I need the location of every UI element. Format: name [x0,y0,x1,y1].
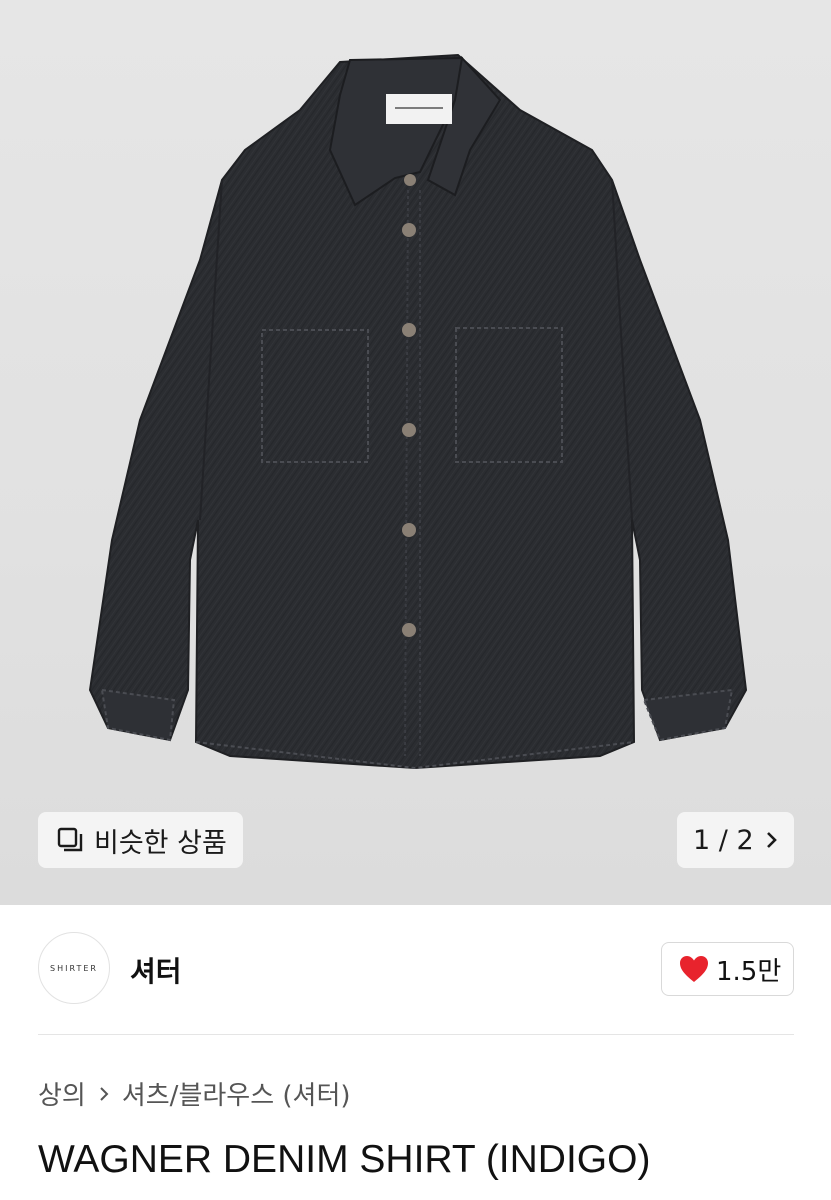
similar-products-icon [57,827,83,852]
shop-name[interactable]: 셔터 [130,950,182,990]
product-title: WAGNER DENIM SHIRT (INDIGO) [38,1138,651,1181]
like-button[interactable]: 1.5만 [661,942,794,996]
breadcrumb-subcategory[interactable]: 셔츠/블라우스 (셔터) [122,1075,351,1112]
shop-logo-text: SHIRTER [50,963,98,973]
chevron-right-icon [766,832,777,848]
heart-icon [680,956,708,982]
like-count: 1.5만 [716,956,782,987]
image-pager-button[interactable]: 1 / 2 [677,812,794,868]
shop-logo[interactable]: SHIRTER [38,932,110,1004]
similar-products-label: 비슷한 상품 [94,827,227,859]
product-photo-shirt [88,53,748,770]
chevron-right-icon [100,1086,109,1101]
image-pager-label: 1 / 2 [693,824,754,856]
similar-products-button[interactable]: 비슷한 상품 [38,812,243,868]
divider [38,1034,794,1035]
product-image-gallery[interactable]: 비슷한 상품 1 / 2 [0,0,831,905]
breadcrumb: 상의 셔츠/블라우스 (셔터) [38,1075,351,1112]
breadcrumb-category[interactable]: 상의 [38,1075,86,1112]
